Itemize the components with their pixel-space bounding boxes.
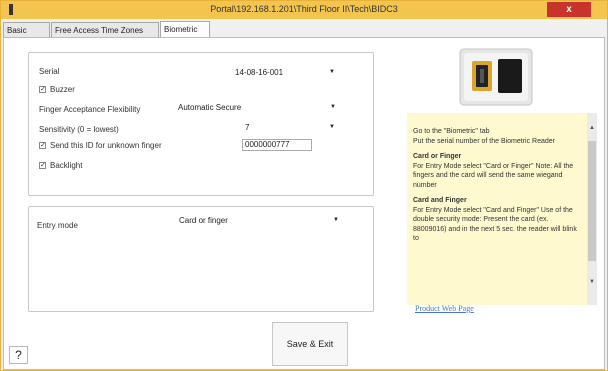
- help-card-or-finger-text: For Entry Mode select "Card or Finger" N…: [413, 162, 574, 189]
- send-id-checkbox[interactable]: ✓: [39, 142, 46, 149]
- entry-mode-label: Entry mode: [37, 221, 78, 230]
- buzzer-label: Buzzer: [50, 85, 75, 94]
- entry-mode-group: Entry mode Card or finger ▼: [28, 206, 374, 312]
- entry-mode-select[interactable]: Card or finger ▼: [179, 215, 339, 226]
- help-button[interactable]: ?: [9, 346, 28, 364]
- chevron-down-icon: ▼: [333, 217, 339, 223]
- serial-value: 14-08-16-001: [235, 68, 284, 77]
- app-window: Portal\192.168.1.201\Third Floor II\Tech…: [0, 0, 608, 371]
- serial-select[interactable]: 14-08-16-001 ▼: [235, 67, 335, 78]
- product-web-page-link[interactable]: Product Web Page: [415, 304, 474, 313]
- help-line-2: Put the serial number of the Biometric R…: [413, 137, 556, 145]
- entry-mode-value: Card or finger: [179, 216, 228, 225]
- tab-basic[interactable]: Basic: [3, 22, 50, 37]
- serial-label: Serial: [39, 67, 60, 76]
- help-card-and-finger-heading: Card and Finger: [413, 197, 467, 204]
- finger-flex-label: Finger Acceptance Flexibility: [39, 105, 141, 114]
- chevron-down-icon: ▼: [330, 104, 336, 110]
- help-panel: Go to the "Biometric" tab Put the serial…: [407, 113, 587, 305]
- backlight-checkbox[interactable]: ✓: [39, 162, 46, 169]
- help-scrollbar[interactable]: ▲ ▼: [587, 113, 597, 305]
- help-card-or-finger-heading: Card or Finger: [413, 153, 462, 160]
- close-button[interactable]: x: [547, 2, 591, 17]
- buzzer-checkbox[interactable]: ✓: [39, 86, 46, 93]
- backlight-label: Backlight: [50, 161, 83, 170]
- send-id-label: Send this ID for unknown finger: [50, 141, 162, 150]
- chevron-down-icon: ▼: [329, 69, 335, 75]
- biometric-reader-image: [459, 48, 533, 106]
- save-exit-button[interactable]: Save & Exit: [272, 322, 348, 366]
- title-bar[interactable]: Portal\192.168.1.201\Third Floor II\Tech…: [1, 1, 607, 19]
- sensitivity-select[interactable]: 7 ▼: [245, 122, 335, 133]
- sensitivity-value: 7: [245, 123, 250, 132]
- scroll-thumb[interactable]: [588, 141, 596, 261]
- biometric-settings-group: Serial 14-08-16-001 ▼ ✓ Buzzer Finger Ac…: [28, 52, 374, 196]
- tab-biometric[interactable]: Biometric: [160, 21, 210, 38]
- chevron-down-icon: ▼: [329, 124, 335, 130]
- help-card-and-finger-text: For Entry Mode select "Card and Finger" …: [413, 206, 577, 243]
- tab-free-access-time-zones[interactable]: Free Access Time Zones: [51, 22, 159, 37]
- finger-flex-select[interactable]: Automatic Secure ▼: [178, 102, 336, 113]
- help-line-1: Go to the "Biometric" tab: [413, 128, 490, 135]
- scroll-down-icon[interactable]: ▼: [587, 279, 597, 285]
- scroll-up-icon[interactable]: ▲: [587, 125, 597, 131]
- unknown-finger-id-input[interactable]: 0000000777: [242, 139, 312, 151]
- window-title: Portal\192.168.1.201\Third Floor II\Tech…: [210, 4, 398, 14]
- sensitivity-label: Sensitivity (0 = lowest): [39, 125, 119, 134]
- help-text: Go to the "Biometric" tab Put the serial…: [413, 127, 579, 244]
- finger-flex-value: Automatic Secure: [178, 103, 242, 112]
